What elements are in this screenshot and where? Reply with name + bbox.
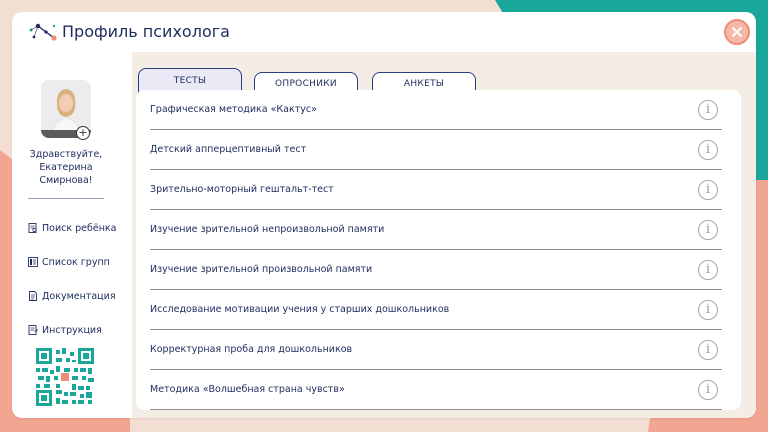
sidebar-item-instruction[interactable]: Инструкция [28,322,102,338]
info-icon[interactable]: i [698,299,718,320]
tests-list: Графическая методика «Кактус» i Детский … [136,90,741,410]
search-doc-icon [28,223,37,233]
sidebar-item-documentation[interactable]: Документация [28,288,116,304]
test-name: Корректурная проба для дошкольников [150,344,353,355]
qr-code-icon [36,348,94,406]
info-icon[interactable]: i [698,179,718,200]
list-item[interactable]: Изучение зрительной произвольной памяти … [150,250,722,290]
sidebar-item-label: Инструкция [42,324,102,336]
tab-label: ТЕСТЫ [173,76,207,86]
tab-label: АНКЕТЫ [403,79,445,89]
info-icon[interactable]: i [698,339,718,360]
list-icon [28,257,38,267]
list-item[interactable]: Методика «Волшебная страна чувств» i [150,370,722,410]
add-photo-button[interactable]: + [76,126,90,140]
test-name: Детский апперцептивный тест [150,144,307,155]
sidebar-item-groups[interactable]: Список групп [28,254,110,270]
sidebar-divider [28,198,104,199]
test-name: Графическая методика «Кактус» [150,104,317,115]
info-icon[interactable]: i [698,99,718,120]
list-item[interactable]: Изучение зрительной непроизвольной памят… [150,210,722,250]
title-bar: Профиль психолога [12,12,756,52]
sidebar-item-label: Документация [42,290,116,302]
sidebar-item-search-child[interactable]: Поиск ребёнка [28,220,116,236]
close-icon [731,26,743,38]
info-icon[interactable]: i [698,379,718,400]
list-item[interactable]: Зрительно-моторный гештальт-тест i [150,170,722,210]
sidebar-item-label: Поиск ребёнка [42,222,117,234]
tab-label: ОПРОСНИКИ [275,79,337,89]
logo-icon [29,23,57,41]
test-name: Методика «Волшебная страна чувств» [150,384,345,395]
list-item[interactable]: Корректурная проба для дошкольников i [150,330,722,370]
info-icon[interactable]: i [698,259,718,280]
document-icon [29,291,37,301]
test-name: Изучение зрительной непроизвольной памят… [150,224,385,235]
close-button[interactable] [724,19,750,45]
instruction-icon [28,325,38,335]
window-title: Профиль психолога [62,22,230,41]
test-name: Исследование мотивации учения у старших … [150,304,450,315]
test-name: Изучение зрительной произвольной памяти [150,264,373,275]
sidebar: + Здравствуйте, Екатерина Смирнова! Поис… [12,52,132,418]
list-item[interactable]: Детский апперцептивный тест i [150,130,722,170]
list-item[interactable]: Графическая методика «Кактус» i [150,90,722,130]
sidebar-item-label: Список групп [42,256,110,268]
list-item[interactable]: Исследование мотивации учения у старших … [150,290,722,330]
greeting-text: Здравствуйте, Екатерина Смирнова! [29,149,103,186]
test-name: Зрительно-моторный гештальт-тест [150,184,334,195]
info-icon[interactable]: i [698,139,718,160]
info-icon[interactable]: i [698,219,718,240]
